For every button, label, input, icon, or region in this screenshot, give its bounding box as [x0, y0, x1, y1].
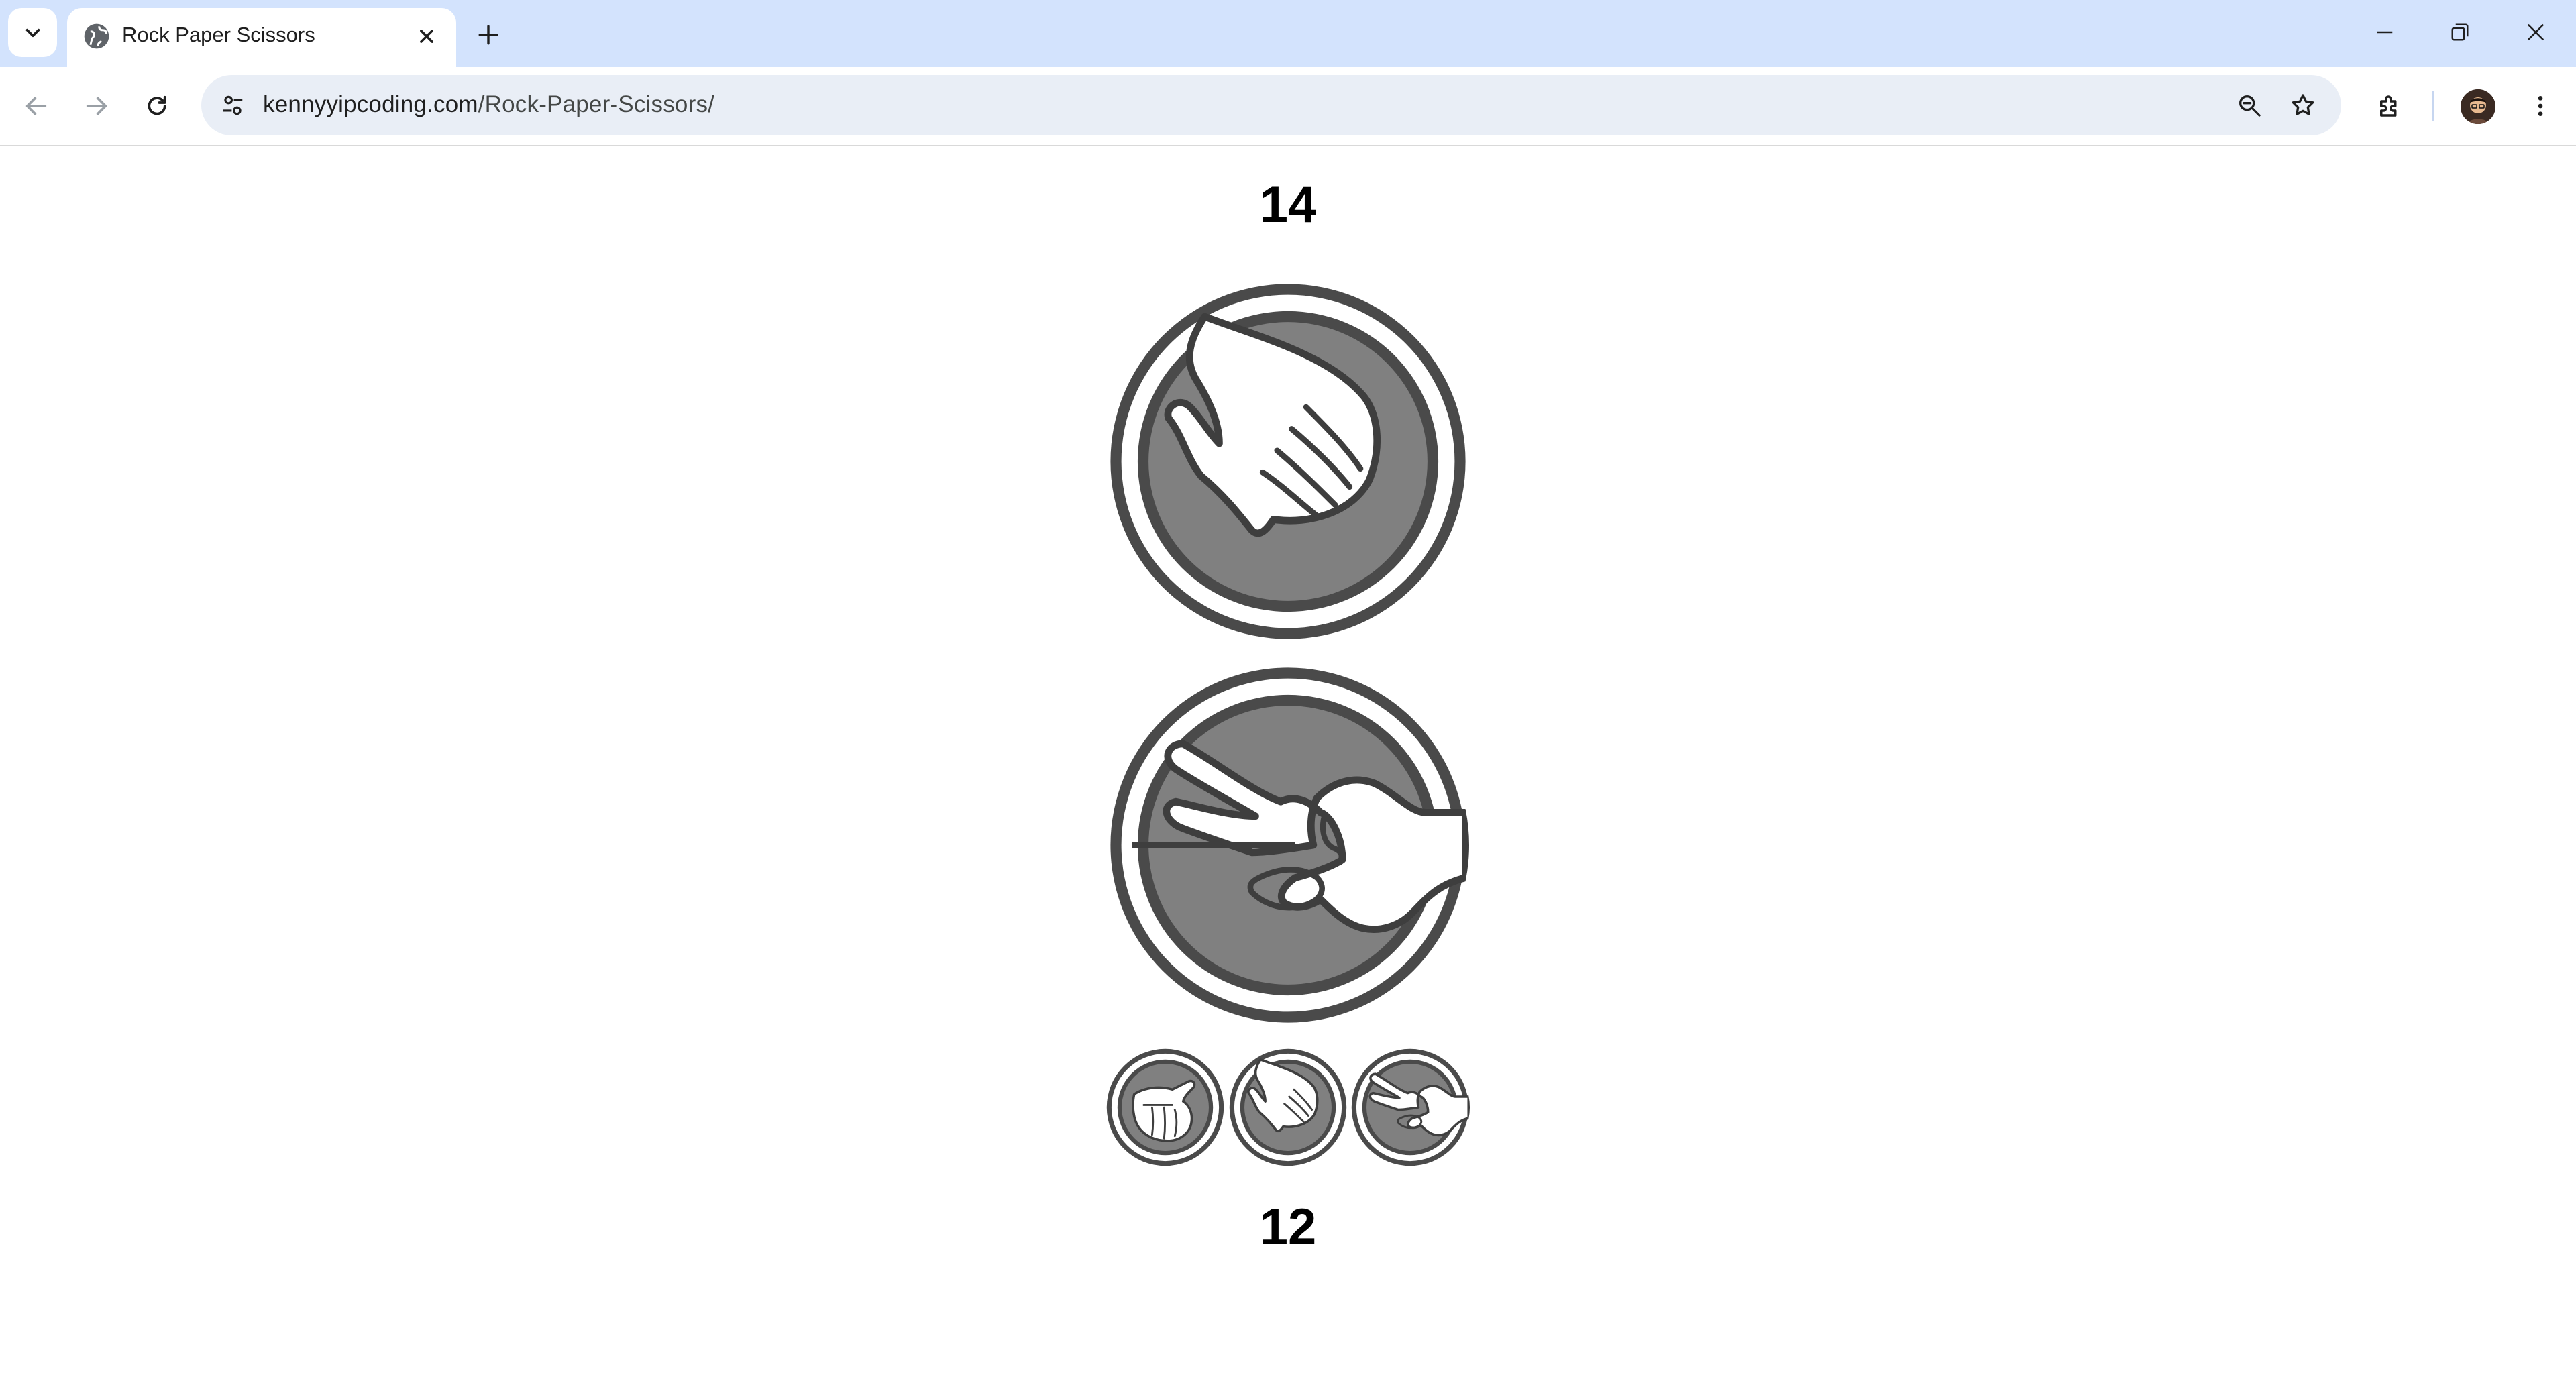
minimize-button[interactable] [2361, 12, 2408, 52]
tab-close-button[interactable] [411, 20, 443, 52]
star-icon [2292, 94, 2314, 115]
globe-icon [84, 23, 109, 49]
url-host: kennyyipcoding.com [263, 91, 478, 117]
opponent-score: 14 [1259, 176, 1317, 233]
tab-strip: Rock Paper Scissors [0, 0, 2576, 67]
scissors-choice-button[interactable] [1350, 1048, 1470, 1167]
site-info-button[interactable] [213, 86, 252, 125]
profile-avatar-icon [2461, 89, 2496, 124]
zoom-out-icon [2239, 95, 2261, 117]
extensions-button[interactable] [2368, 85, 2411, 127]
arrow-right-icon [86, 97, 107, 115]
reload-button[interactable] [136, 85, 178, 127]
tab-title: Rock Paper Scissors [122, 23, 315, 46]
puzzle-icon [2380, 95, 2397, 117]
active-tab[interactable]: Rock Paper Scissors [67, 8, 456, 67]
address-bar[interactable]: kennyyipcoding.com/Rock-Paper-Scissors/ [201, 75, 2341, 135]
reload-icon [148, 95, 166, 115]
paper-choice-button[interactable] [1228, 1048, 1348, 1167]
back-button[interactable] [15, 85, 58, 127]
close-window-button[interactable] [2512, 12, 2559, 52]
minimize-icon [2377, 31, 2393, 34]
zoom-button[interactable] [2230, 86, 2269, 125]
tab-search-button[interactable] [8, 8, 57, 57]
toolbar-separator [2432, 91, 2434, 121]
menu-button[interactable] [2519, 85, 2562, 127]
url-path: /Rock-Paper-Scissors/ [478, 91, 715, 117]
bookmark-button[interactable] [2284, 86, 2322, 125]
new-tab-button[interactable] [470, 16, 507, 54]
close-icon [2527, 23, 2544, 41]
rock-choice-button[interactable] [1106, 1048, 1225, 1167]
chevron-down-icon [25, 28, 40, 37]
player-score: 12 [1259, 1199, 1317, 1256]
tune-icon [223, 95, 243, 115]
player-choice-scissors-icon [1110, 667, 1469, 1023]
arrow-left-icon [25, 97, 47, 115]
forward-button[interactable] [75, 85, 118, 127]
avatar[interactable] [2461, 89, 2496, 124]
url-text[interactable]: kennyyipcoding.com/Rock-Paper-Scissors/ [263, 91, 714, 118]
more-vert-icon [2538, 96, 2543, 116]
restore-button[interactable] [2436, 12, 2483, 52]
close-icon [420, 30, 433, 43]
restore-icon [2451, 23, 2469, 41]
plus-icon [478, 25, 498, 45]
browser-toolbar: kennyyipcoding.com/Rock-Paper-Scissors/ [0, 67, 2576, 146]
opponent-choice-paper-icon [1110, 284, 1466, 639]
